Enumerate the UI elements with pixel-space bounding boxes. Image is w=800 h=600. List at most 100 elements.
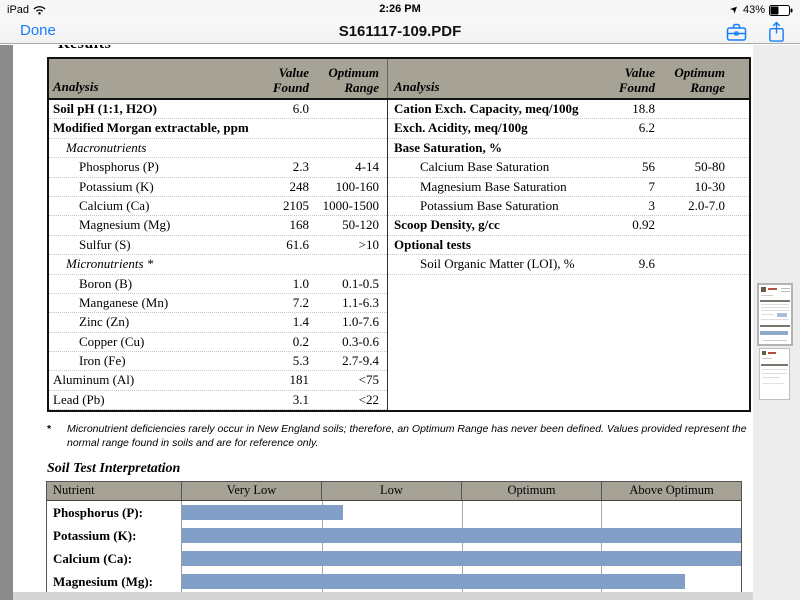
analysis-label: Lead (Pb): [53, 391, 243, 409]
nav-bar: Done S161117-109.PDF: [0, 20, 800, 44]
analysis-label: Cation Exch. Capacity, meq/100g: [394, 100, 595, 118]
zone-header: Very Low: [182, 482, 322, 500]
analysis-label: Modified Morgan extractable, ppm: [53, 119, 243, 137]
results-table: Analysis Value Found Optimum Range Analy…: [47, 57, 751, 412]
table-row: Soil Organic Matter (LOI), %9.6: [388, 255, 749, 274]
interpretation-body: Phosphorus (P):Potassium (K):Calcium (Ca…: [47, 501, 741, 593]
analysis-label: Soil pH (1:1, H2O): [53, 100, 243, 118]
value-found: 2105: [243, 197, 309, 215]
results-heading-clipped: Results: [58, 45, 148, 52]
optimum-range: 4-14: [315, 158, 379, 176]
optimum-range: [661, 216, 725, 234]
optimum-range: 100-160: [315, 178, 379, 196]
optimum-range: 50-120: [315, 216, 379, 234]
table-row: Boron (B)1.0 0.1-0.5: [49, 275, 387, 294]
value-found: 18.8: [595, 100, 655, 118]
page-thumbnail-2[interactable]: [759, 348, 790, 400]
analysis-label: Exch. Acidity, meq/100g: [394, 119, 595, 137]
results-right-column: Cation Exch. Capacity, meq/100g18.8Exch.…: [387, 100, 749, 410]
table-row: Micronutrients *: [49, 255, 387, 274]
analysis-label: Potassium (K): [53, 178, 243, 196]
pdf-page[interactable]: Results Analysis Value Found Optimum Ran…: [13, 45, 753, 592]
optimum-range: >10: [315, 236, 379, 254]
value-found: [595, 236, 655, 254]
col-optimum-range-right: Optimum Range: [661, 66, 725, 95]
analysis-label: Macronutrients: [53, 139, 243, 157]
optimum-range: [315, 100, 379, 118]
analysis-label: Magnesium Base Saturation: [394, 178, 595, 196]
table-row: Modified Morgan extractable, ppm: [49, 119, 387, 138]
page-thumbnail-1[interactable]: [757, 283, 793, 346]
bar-track: [182, 501, 741, 524]
table-row: Manganese (Mn)7.2 1.1-6.3: [49, 294, 387, 313]
interpretation-title: Soil Test Interpretation: [47, 461, 180, 477]
value-found: 5.3: [243, 352, 309, 370]
value-found: 9.6: [595, 255, 655, 273]
nutrient-bar: [182, 574, 685, 589]
value-found: [243, 139, 309, 157]
optimum-range: [315, 255, 379, 273]
optimum-range: 10-30: [661, 178, 725, 196]
table-row: Base Saturation, %: [388, 139, 749, 158]
nutrient-row: Magnesium (Mg):: [47, 570, 741, 593]
table-row: Zinc (Zn)1.4 1.0-7.6: [49, 313, 387, 332]
value-found: 6.0: [243, 100, 309, 118]
page-bottom-gap: [13, 592, 800, 600]
table-row: Potassium Base Saturation32.0-7.0: [388, 197, 749, 216]
ipad-screen: iPad 2:26 PM ➤ 43% Done S161117-109.PDF: [0, 0, 800, 600]
zone-gridline: [462, 501, 463, 524]
optimum-range: 1000-1500: [315, 197, 379, 215]
optimum-range: 1.0-7.6: [315, 313, 379, 331]
document-title: S161117-109.PDF: [0, 23, 800, 40]
analysis-label: Boron (B): [53, 275, 243, 293]
col-nutrient: Nutrient: [47, 482, 182, 500]
optimum-range: [661, 139, 725, 157]
analysis-label: Zinc (Zn): [53, 313, 243, 331]
value-found: 1.4: [243, 313, 309, 331]
optimum-range: 0.3-0.6: [315, 333, 379, 351]
share-icon[interactable]: [767, 20, 786, 44]
optimum-range: [661, 100, 725, 118]
value-found: 168: [243, 216, 309, 234]
optimum-range: 0.1-0.5: [315, 275, 379, 293]
col-value-found-left: Value Found: [243, 66, 309, 95]
nutrient-label: Magnesium (Mg):: [47, 570, 182, 593]
table-row: Potassium (K)248100-160: [49, 178, 387, 197]
table-row: Soil pH (1:1, H2O)6.0: [49, 100, 387, 119]
analysis-label: Micronutrients *: [53, 255, 243, 273]
optimum-range: [315, 119, 379, 137]
nutrient-label: Potassium (K):: [47, 524, 182, 547]
optimum-range: 2.7-9.4: [315, 352, 379, 370]
analysis-label: Manganese (Mn): [53, 294, 243, 312]
zone-header: Low: [322, 482, 462, 500]
nutrient-row: Phosphorus (P):: [47, 501, 741, 524]
optimum-range: [661, 255, 725, 273]
analysis-label: Base Saturation, %: [394, 139, 595, 157]
analysis-label: Calcium (Ca): [53, 197, 243, 215]
briefcase-icon[interactable]: [724, 21, 749, 43]
thumbnail-sidebar: [753, 45, 800, 600]
analysis-label: Magnesium (Mg): [53, 216, 243, 234]
table-row: Calcium Base Saturation5650-80: [388, 158, 749, 177]
optimum-range: [661, 236, 725, 254]
analysis-label: Potassium Base Saturation: [394, 197, 595, 215]
status-bar: iPad 2:26 PM ➤ 43%: [0, 0, 800, 20]
analysis-label: Optional tests: [394, 236, 595, 254]
value-found: 7: [595, 178, 655, 196]
col-optimum-range-left: Optimum Range: [315, 66, 379, 95]
table-row: Exch. Acidity, meq/100g6.2: [388, 119, 749, 138]
value-found: 7.2: [243, 294, 309, 312]
nutrient-bar: [182, 528, 741, 543]
table-row: Magnesium Base Saturation7 10-30: [388, 178, 749, 197]
value-found: 1.0: [243, 275, 309, 293]
col-analysis-right: Analysis: [394, 79, 595, 95]
analysis-label: Iron (Fe): [53, 352, 243, 370]
bar-track: [182, 570, 741, 593]
value-found: [243, 255, 309, 273]
table-row: Sulfur (S)61.6>10: [49, 236, 387, 255]
nutrient-row: Potassium (K):: [47, 524, 741, 547]
zone-gridline: [601, 501, 602, 524]
col-value-found-right: Value Found: [595, 66, 655, 95]
optimum-range: <22: [315, 391, 379, 409]
optimum-range: 1.1-6.3: [315, 294, 379, 312]
